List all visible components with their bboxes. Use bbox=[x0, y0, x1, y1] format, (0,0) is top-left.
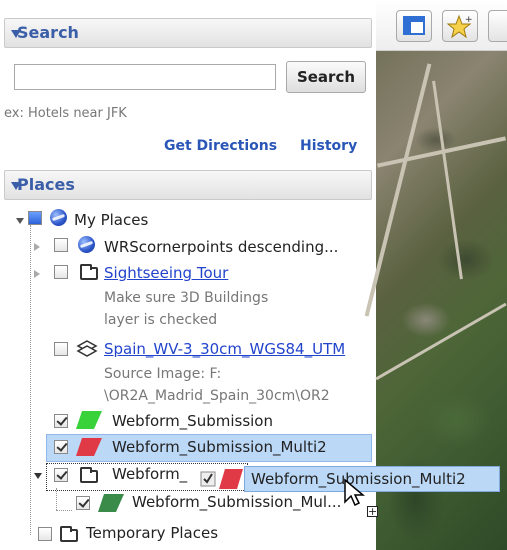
folder-icon bbox=[80, 264, 98, 280]
tree-item-description: Source Image: F: bbox=[104, 366, 222, 382]
add-placemark-button[interactable]: + bbox=[442, 10, 478, 42]
checkbox-checked[interactable] bbox=[54, 468, 68, 482]
toolbar-button[interactable] bbox=[488, 10, 507, 42]
tree-item-description: Make sure 3D Buildings bbox=[104, 290, 269, 306]
places-panel-header[interactable]: Places bbox=[4, 170, 372, 200]
tree-item-sightseeing-tour[interactable]: Sightseeing Tour bbox=[104, 264, 228, 282]
search-input[interactable] bbox=[14, 64, 276, 90]
checkbox[interactable] bbox=[54, 238, 68, 252]
mouse-cursor-icon bbox=[344, 478, 365, 507]
drag-copy-plus-icon: + bbox=[367, 505, 378, 518]
checkbox[interactable] bbox=[38, 527, 52, 541]
tree-line bbox=[30, 225, 31, 535]
checkbox-checked[interactable] bbox=[76, 496, 90, 510]
tree-line bbox=[56, 488, 57, 510]
expand-arrow-icon[interactable] bbox=[34, 243, 40, 251]
tree-item-wrscornerpoints[interactable]: WRScornerpoints descending... bbox=[104, 238, 338, 256]
drag-ghost-icon bbox=[200, 469, 243, 489]
sidebar-toggle-button[interactable] bbox=[396, 10, 432, 42]
globe-icon bbox=[50, 209, 67, 226]
map-toolbar: + bbox=[376, 0, 507, 51]
tree-item-description: layer is checked bbox=[104, 312, 218, 328]
map-road bbox=[375, 302, 507, 381]
checkbox-checked[interactable] bbox=[54, 440, 68, 454]
search-panel-title: Search bbox=[17, 23, 79, 42]
history-link[interactable]: History bbox=[300, 138, 357, 154]
checkbox[interactable] bbox=[54, 265, 68, 279]
overlay-layers-icon bbox=[76, 340, 98, 357]
sidebar-toggle-icon bbox=[403, 16, 425, 35]
polygon-icon bbox=[98, 494, 124, 512]
my-places-checkbox[interactable] bbox=[28, 211, 42, 225]
folder-icon bbox=[60, 526, 78, 542]
get-directions-link[interactable]: Get Directions bbox=[164, 138, 277, 154]
map-road bbox=[432, 80, 463, 280]
search-panel-header[interactable]: Search bbox=[4, 18, 372, 48]
collapse-arrow-icon[interactable] bbox=[16, 218, 24, 224]
tree-item-my-places[interactable]: My Places bbox=[74, 211, 148, 229]
add-placemark-icon: + bbox=[446, 14, 473, 39]
tree-item-webform-folder[interactable]: Webform_ bbox=[112, 465, 187, 483]
polygon-icon bbox=[76, 411, 102, 429]
svg-text:+: + bbox=[465, 15, 473, 25]
search-hint: ex: Hotels near JFK bbox=[4, 106, 127, 121]
search-button[interactable]: Search bbox=[286, 61, 366, 93]
globe-icon bbox=[78, 236, 95, 253]
drag-tooltip: Webform_Submission_Multi2 bbox=[200, 466, 500, 492]
tree-item-temporary-places[interactable]: Temporary Places bbox=[86, 524, 218, 542]
checkbox[interactable] bbox=[54, 342, 68, 356]
tree-item-description: \OR2A_Madrid_Spain_30cm\OR2 bbox=[104, 388, 330, 404]
places-panel-title: Places bbox=[17, 175, 75, 194]
polygon-icon bbox=[76, 438, 102, 456]
tree-item-webform-multi2[interactable]: Webform_Submission_Multi2 bbox=[112, 438, 327, 456]
tree-line bbox=[56, 510, 72, 511]
tree-item-webform-mul[interactable]: Webform_Submission_Mul... bbox=[132, 493, 341, 511]
tree-item-webform-submission[interactable]: Webform_Submission bbox=[112, 412, 273, 430]
folder-icon bbox=[80, 467, 98, 483]
collapse-arrow-icon[interactable] bbox=[34, 473, 42, 479]
expand-arrow-icon[interactable] bbox=[34, 270, 40, 278]
tree-item-spain-overlay[interactable]: Spain_WV-3_30cm_WGS84_UTM bbox=[104, 340, 345, 358]
checkbox-checked[interactable] bbox=[54, 414, 68, 428]
